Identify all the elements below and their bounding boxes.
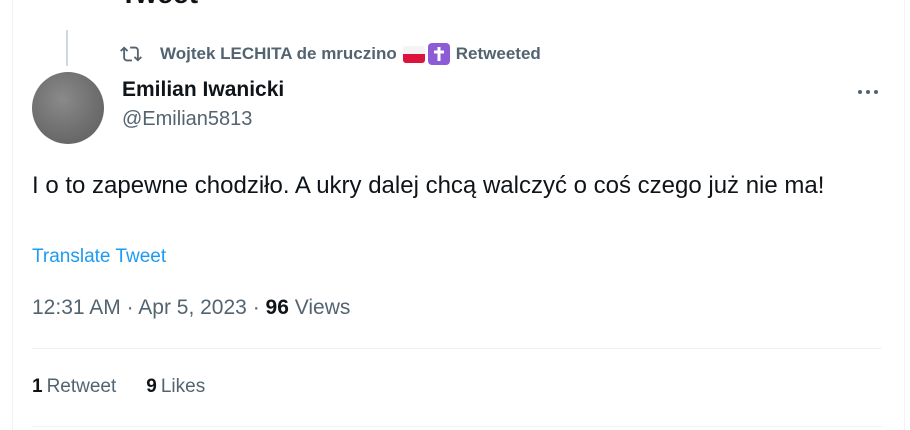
meta-separator: ·	[126, 296, 134, 319]
timeline-border-left	[12, 0, 13, 430]
tweet-time[interactable]: 12:31 AM	[32, 296, 121, 319]
retweeter-name[interactable]: Wojtek LECHITA de mruczino	[160, 44, 397, 64]
likes-count: 9	[146, 376, 157, 397]
timeline-border-right	[904, 0, 905, 430]
retweet-icon	[120, 43, 142, 65]
tweet-metadata: 12:31 AM · Apr 5, 2023 · 96 Views	[32, 296, 350, 320]
views-label: Views	[294, 296, 351, 319]
divider	[32, 426, 882, 427]
cross-icon	[427, 43, 450, 65]
previous-tweet-heading-fragment: Tweet	[120, 0, 198, 10]
views-count: 96	[265, 296, 289, 319]
author-display-name[interactable]: Emilian Iwanicki	[122, 78, 284, 102]
retweets-stat[interactable]: 1 Retweet	[32, 376, 116, 398]
retweets-label: Retweet	[46, 376, 117, 397]
likes-label: Likes	[160, 376, 206, 397]
likes-stat[interactable]: 9 Likes	[146, 376, 205, 398]
retweets-count: 1	[32, 376, 43, 397]
author-handle[interactable]: @Emilian5813	[122, 108, 252, 131]
tweet-text: I o to zapewne chodziło. A ukry dalej ch…	[32, 172, 825, 199]
retweeted-label: Retweeted	[455, 44, 541, 63]
tweet-date[interactable]: Apr 5, 2023	[138, 296, 247, 319]
poland-flag-icon	[402, 45, 425, 63]
divider	[32, 348, 882, 349]
meta-separator: ·	[252, 296, 260, 319]
retweet-context[interactable]: Wojtek LECHITA de mruczino Retweeted	[120, 42, 541, 66]
avatar[interactable]	[32, 72, 104, 144]
translate-tweet-link[interactable]: Translate Tweet	[32, 246, 166, 268]
more-options-icon[interactable]	[852, 80, 884, 104]
thread-connector-line	[66, 30, 68, 66]
engagement-stats: 1 Retweet 9 Likes	[32, 376, 235, 398]
